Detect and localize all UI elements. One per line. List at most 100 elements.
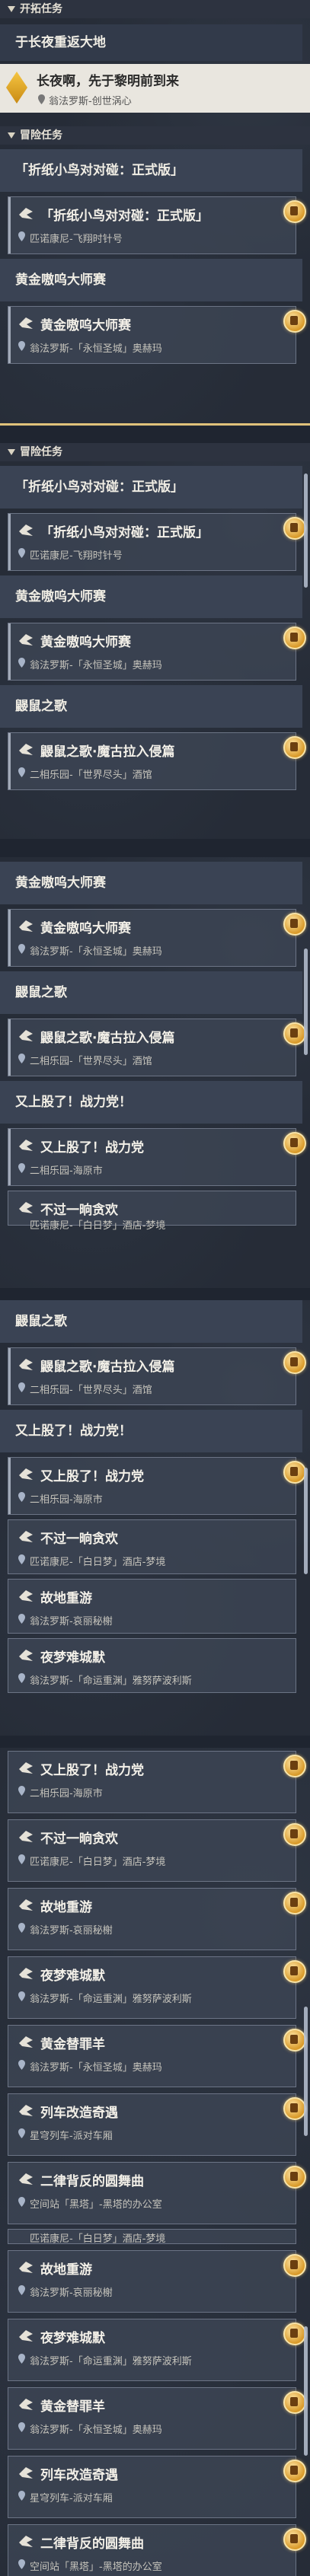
quest-location: 翁法罗斯-「永恒圣城」奥赫玛 bbox=[30, 2425, 162, 2436]
quest-title: 不过一晌贪欢 bbox=[40, 1532, 118, 1547]
quest-item[interactable]: 不过一晌贪欢 匹诺康尼-「白日梦」酒店-梦境 bbox=[8, 1519, 296, 1574]
quest-title: 故地重游 bbox=[40, 1900, 92, 1915]
quest-title: 故地重游 bbox=[40, 2262, 92, 2278]
quest-location: 匹诺康尼-飞翔时针号 bbox=[30, 550, 123, 562]
divider bbox=[0, 423, 310, 426]
quest-item[interactable]: 黄金嗷呜大师赛 翁法罗斯-「永恒圣城」奥赫玛 bbox=[8, 623, 306, 681]
quest-card-title[interactable]: 黄金嗷呜大师赛 bbox=[0, 575, 302, 618]
quest-item[interactable]: 黄金嗷呜大师赛 翁法罗斯-「永恒圣城」奥赫玛 bbox=[8, 306, 306, 364]
paper-bird-icon bbox=[19, 2036, 33, 2048]
quest-item[interactable]: 黄金替罪羊 翁法罗斯-「永恒圣城」奥赫玛 bbox=[8, 2387, 306, 2450]
quest-card-title[interactable]: 黄金嗷呜大师赛 bbox=[0, 259, 302, 301]
quest-item[interactable]: 又上股了！战力党 二相乐园-海原市 bbox=[8, 1751, 306, 1813]
location-pin-icon bbox=[18, 1854, 25, 1864]
quest-card-title[interactable]: 又上股了！战力党！ bbox=[0, 1410, 302, 1452]
quest-card-title[interactable]: 鼹鼠之歌 bbox=[0, 685, 302, 728]
quest-item[interactable]: 不过一晌贪欢 匹诺康尼-「白日梦」酒店-梦境 bbox=[8, 1191, 296, 1232]
quest-item[interactable]: 鼹鼠之歌·魔古拉入侵篇 二相乐园-「世界尽头」酒馆 bbox=[8, 1347, 306, 1405]
quest-location: 翁法罗斯-哀丽秘榭 bbox=[30, 2287, 113, 2299]
paper-bird-icon bbox=[19, 634, 33, 646]
quest-location: 空间站「黑塔」-黑塔的办公室 bbox=[30, 2562, 162, 2573]
quest-card-title[interactable]: 黄金嗷呜大师赛 bbox=[0, 862, 302, 904]
quest-item[interactable]: 故地重游翁法罗斯-哀丽秘榭 bbox=[8, 2250, 306, 2313]
quest-location: 空间站「黑塔」-黑塔的办公室 bbox=[30, 2199, 162, 2211]
location-pin-icon bbox=[38, 94, 45, 104]
quest-location: 二相乐园-「世界尽头」酒馆 bbox=[30, 770, 152, 781]
quest-item[interactable]: 二律背反的圆舞曲 空间站「黑塔」-黑塔的办公室 bbox=[8, 2524, 306, 2576]
reward-badge-icon bbox=[283, 2528, 306, 2551]
quest-card-title[interactable]: 又上股了！战力党！ bbox=[0, 1081, 302, 1124]
quest-item[interactable]: 夜梦难城默 翁法罗斯-「命运重渊」雅努萨波利斯 bbox=[8, 2319, 306, 2381]
quest-title: 黄金嗷呜大师赛 bbox=[40, 921, 131, 936]
quest-location: 翁法罗斯-「命运重渊」雅努萨波利斯 bbox=[30, 1675, 192, 1687]
quest-item[interactable]: 黄金替罪羊翁法罗斯-「永恒圣城」奥赫玛 bbox=[8, 2025, 306, 2087]
reward-badge-icon bbox=[283, 1022, 306, 1045]
quest-title: 黄金嗷呜大师赛 bbox=[40, 318, 131, 333]
quest-item[interactable]: 不过一晌贪欢 匹诺康尼-「白日梦」酒店-梦境 bbox=[8, 1819, 306, 1882]
quest-title: 鼹鼠之歌·魔古拉入侵篇 bbox=[40, 1031, 175, 1046]
location-pin-icon bbox=[18, 2197, 25, 2207]
quest-location: 翁法罗斯-「永恒圣城」奥赫玛 bbox=[30, 2062, 162, 2074]
reward-badge-icon bbox=[283, 200, 306, 223]
active-quest[interactable]: 长夜啊，先于黎明前到来 翁法罗斯-创世涡心 bbox=[0, 64, 310, 113]
location-pin-icon bbox=[18, 658, 25, 668]
quest-item[interactable]: 「折纸小鸟对对碰：正式版」 匹诺康尼-飞翔时针号 bbox=[8, 196, 306, 254]
collapse-triangle-icon[interactable] bbox=[8, 449, 15, 455]
section-header-explore: 开拓任务 bbox=[0, 0, 310, 18]
quest-location: 二相乐园-海原市 bbox=[30, 1165, 103, 1177]
quest-item[interactable]: 鼹鼠之歌·魔古拉入侵篇 二相乐园-「世界尽头」酒馆 bbox=[8, 732, 306, 790]
location-pin-icon bbox=[18, 1991, 25, 2001]
scrollbar-thumb[interactable] bbox=[304, 473, 308, 588]
section-header-adventure: 冒险任务 bbox=[0, 126, 310, 145]
quest-title: 鼹鼠之歌·魔古拉入侵篇 bbox=[40, 744, 175, 760]
paper-bird-icon bbox=[19, 2399, 33, 2410]
quest-title: 黄金替罪羊 bbox=[40, 2037, 105, 2052]
quest-panel-4: 鼹鼠之歌 鼹鼠之歌·魔古拉入侵篇 二相乐园-「世界尽头」酒馆 又上股了！战力党！… bbox=[0, 1300, 310, 1736]
quest-title: 列车改造奇遇 bbox=[40, 2106, 118, 2121]
paper-bird-icon bbox=[19, 524, 33, 536]
quest-location: 匹诺康尼-「白日梦」酒店-梦境 bbox=[30, 1857, 166, 1868]
quest-item[interactable]: 黄金嗷呜大师赛 翁法罗斯-「永恒圣城」奥赫玛 bbox=[8, 909, 306, 967]
location-pin-icon bbox=[18, 2285, 25, 2295]
quest-card-title[interactable]: 「折纸小鸟对对碰：正式版」 bbox=[0, 466, 302, 509]
quest-title: 又上股了！战力党 bbox=[40, 1140, 144, 1156]
quest-item[interactable]: 又上股了！战力党 二相乐园-海原市 bbox=[8, 1457, 306, 1515]
location-pin-icon bbox=[18, 1673, 25, 1683]
quest-card-title[interactable]: 「折纸小鸟对对碰：正式版」 bbox=[0, 149, 302, 192]
quest-card-title[interactable]: 鼹鼠之歌 bbox=[0, 1300, 302, 1343]
quest-item[interactable]: 故地重游 翁法罗斯-哀丽秘榭 bbox=[8, 1888, 306, 1950]
scrollbar-thumb[interactable] bbox=[304, 948, 308, 1055]
location-pin-icon bbox=[18, 1492, 25, 1502]
quest-item[interactable]: 二律背反的圆舞曲 空间站「黑塔」-黑塔的办公室 bbox=[8, 2162, 306, 2224]
quest-card-title[interactable]: 于长夜重返大地 bbox=[0, 24, 302, 61]
reward-badge-icon bbox=[283, 1755, 306, 1777]
collapse-triangle-icon[interactable] bbox=[8, 6, 15, 12]
quest-item[interactable]: 故地重游 翁法罗斯-哀丽秘榭 bbox=[8, 1579, 296, 1634]
scrollbar-thumb[interactable] bbox=[304, 1468, 308, 1574]
quest-item[interactable]: 夜梦难城默 翁法罗斯-「命运重渊」雅努萨波利斯 bbox=[8, 1638, 296, 1693]
quest-item[interactable]: 列车改造奇遇 星穹列车-派对车厢 bbox=[8, 2456, 306, 2518]
collapse-triangle-icon[interactable] bbox=[8, 132, 15, 139]
quest-item[interactable]: 列车改造奇遇 星穹列车-派对车厢 bbox=[8, 2093, 306, 2156]
quest-location: 星穹列车-派对车厢 bbox=[30, 2493, 113, 2504]
location-pin-icon bbox=[18, 341, 25, 351]
paper-bird-icon bbox=[19, 2105, 33, 2116]
quest-item[interactable]: 夜梦难城默 翁法罗斯-「命运重渊」雅努萨波利斯 bbox=[8, 1956, 306, 2019]
paper-bird-icon bbox=[19, 2262, 33, 2273]
quest-item-partial[interactable]: 匹诺康尼-「白日梦」酒店-梦境 bbox=[8, 2229, 296, 2245]
reward-badge-icon bbox=[283, 1960, 306, 1983]
scrollbar-thumb[interactable] bbox=[304, 2326, 308, 2456]
quest-card-title[interactable]: 鼹鼠之歌 bbox=[0, 971, 302, 1014]
scrollbar-thumb[interactable] bbox=[304, 2007, 308, 2136]
quest-location: 二相乐园-「世界尽头」酒馆 bbox=[30, 1385, 152, 1396]
quest-item[interactable]: 「折纸小鸟对对碰：正式版」 匹诺康尼-飞翔时针号 bbox=[8, 513, 306, 571]
quest-location: 匹诺康尼-「白日梦」酒店-梦境 bbox=[30, 2233, 166, 2245]
location-pin-icon bbox=[18, 231, 25, 241]
quest-location: 二相乐园-海原市 bbox=[30, 1788, 103, 1800]
quest-item[interactable]: 又上股了！战力党 二相乐园-海原市 bbox=[8, 1128, 306, 1186]
reward-badge-icon bbox=[283, 1892, 306, 1914]
quest-item[interactable]: 鼹鼠之歌·魔古拉入侵篇 二相乐园-「世界尽头」酒馆 bbox=[8, 1019, 306, 1076]
reward-badge-icon bbox=[283, 913, 306, 936]
reward-badge-icon bbox=[283, 2097, 306, 2120]
paper-bird-icon bbox=[19, 1762, 33, 1774]
